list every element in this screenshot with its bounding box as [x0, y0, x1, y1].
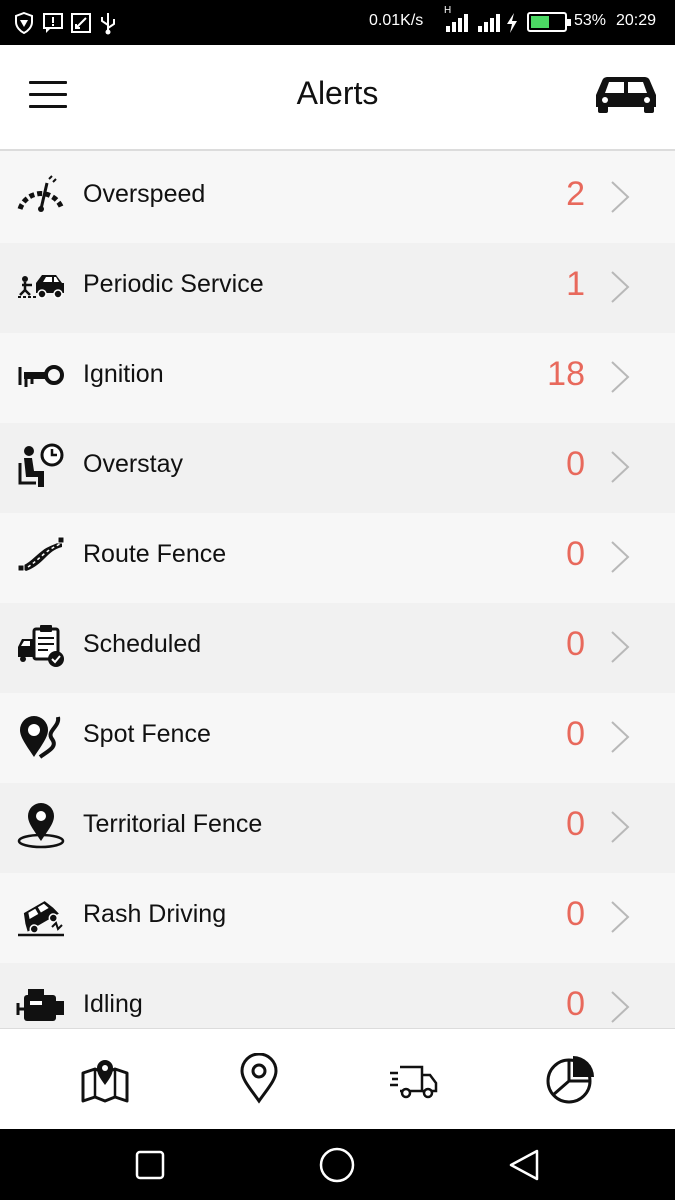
engine-icon — [16, 989, 64, 1021]
charging-icon — [507, 13, 517, 33]
usb-icon — [101, 13, 115, 35]
home-icon[interactable] — [318, 1146, 356, 1184]
alert-count: 0 — [566, 445, 585, 483]
alert-list: Overspeed 2 Periodic Service 1 Ignition … — [0, 153, 675, 1028]
status-bar: 0.01K/s H 53% 20:29 — [0, 0, 675, 45]
system-nav-bar — [0, 1129, 675, 1200]
alert-row-route-fence[interactable]: Route Fence 0 — [0, 513, 675, 603]
chevron-right-icon — [611, 991, 630, 1023]
car-icon[interactable] — [592, 71, 660, 115]
alert-count: 0 — [566, 715, 585, 753]
alert-count: 0 — [566, 985, 585, 1023]
clock: 20:29 — [616, 12, 657, 29]
schedule-clipboard-icon — [18, 625, 64, 667]
tow-truck-icon — [18, 275, 64, 299]
chevron-right-icon — [611, 901, 630, 933]
message-icon — [43, 13, 63, 33]
territory-pin-icon — [17, 803, 65, 849]
alert-label: Scheduled — [83, 630, 202, 658]
signal-icon — [446, 14, 468, 32]
chevron-right-icon — [611, 181, 630, 213]
page-title: Alerts — [296, 75, 379, 111]
network-speed: 0.01K/s — [369, 12, 424, 29]
alert-label: Idling — [83, 990, 143, 1018]
waiting-person-clock-icon — [18, 443, 64, 487]
alert-row-overspeed[interactable]: Overspeed 2 — [0, 153, 675, 243]
route-icon — [17, 536, 65, 572]
alert-label: Overspeed — [83, 180, 206, 208]
alert-row-periodic-service[interactable]: Periodic Service 1 — [0, 243, 675, 333]
alert-label: Overstay — [83, 450, 184, 478]
alert-label: Spot Fence — [83, 720, 211, 748]
delivery-truck-icon[interactable] — [388, 1053, 440, 1105]
chevron-right-icon — [611, 451, 630, 483]
alert-label: Ignition — [83, 360, 164, 388]
recents-icon[interactable] — [131, 1146, 169, 1184]
alert-row-spot-fence[interactable]: Spot Fence 0 — [0, 693, 675, 783]
alert-count: 0 — [566, 625, 585, 663]
back-icon[interactable] — [505, 1146, 543, 1184]
battery-icon — [527, 12, 571, 32]
crash-car-icon — [18, 901, 64, 937]
chevron-right-icon — [611, 631, 630, 663]
alert-label: Route Fence — [83, 540, 227, 568]
bottom-nav — [0, 1028, 675, 1129]
alert-count: 0 — [566, 535, 585, 573]
alert-row-rash-driving[interactable]: Rash Driving 0 — [0, 873, 675, 963]
alert-count: 1 — [566, 265, 585, 303]
app-header: Alerts — [0, 45, 675, 151]
key-icon — [18, 365, 64, 387]
alert-count: 0 — [566, 805, 585, 843]
battery-percent: 53% — [574, 12, 607, 29]
map-icon[interactable] — [79, 1053, 131, 1105]
battery-fill — [531, 16, 549, 28]
alert-count: 2 — [566, 175, 585, 213]
alert-count: 18 — [547, 355, 585, 393]
spot-pin-icon — [20, 716, 61, 759]
speedometer-icon — [17, 175, 65, 212]
alert-row-territorial-fence[interactable]: Territorial Fence 0 — [0, 783, 675, 873]
chevron-right-icon — [611, 271, 630, 303]
chevron-right-icon — [611, 541, 630, 573]
hamburger-menu-icon[interactable] — [22, 73, 72, 117]
alert-count: 0 — [566, 895, 585, 933]
alert-row-overstay[interactable]: Overstay 0 — [0, 423, 675, 513]
screenshot-icon — [71, 13, 91, 33]
alert-row-idling[interactable]: Idling 0 — [0, 963, 675, 1028]
location-pin-icon[interactable] — [233, 1053, 285, 1105]
alert-label: Periodic Service — [83, 270, 264, 298]
shield-icon — [15, 12, 33, 34]
chevron-right-icon — [611, 811, 630, 843]
alert-label: Territorial Fence — [83, 810, 263, 838]
signal-icon — [478, 14, 500, 32]
alert-label: Rash Driving — [83, 900, 227, 928]
pie-chart-icon[interactable] — [543, 1053, 595, 1105]
alert-row-scheduled[interactable]: Scheduled 0 — [0, 603, 675, 693]
chevron-right-icon — [611, 721, 630, 753]
alert-row-ignition[interactable]: Ignition 18 — [0, 333, 675, 423]
chevron-right-icon — [611, 361, 630, 393]
